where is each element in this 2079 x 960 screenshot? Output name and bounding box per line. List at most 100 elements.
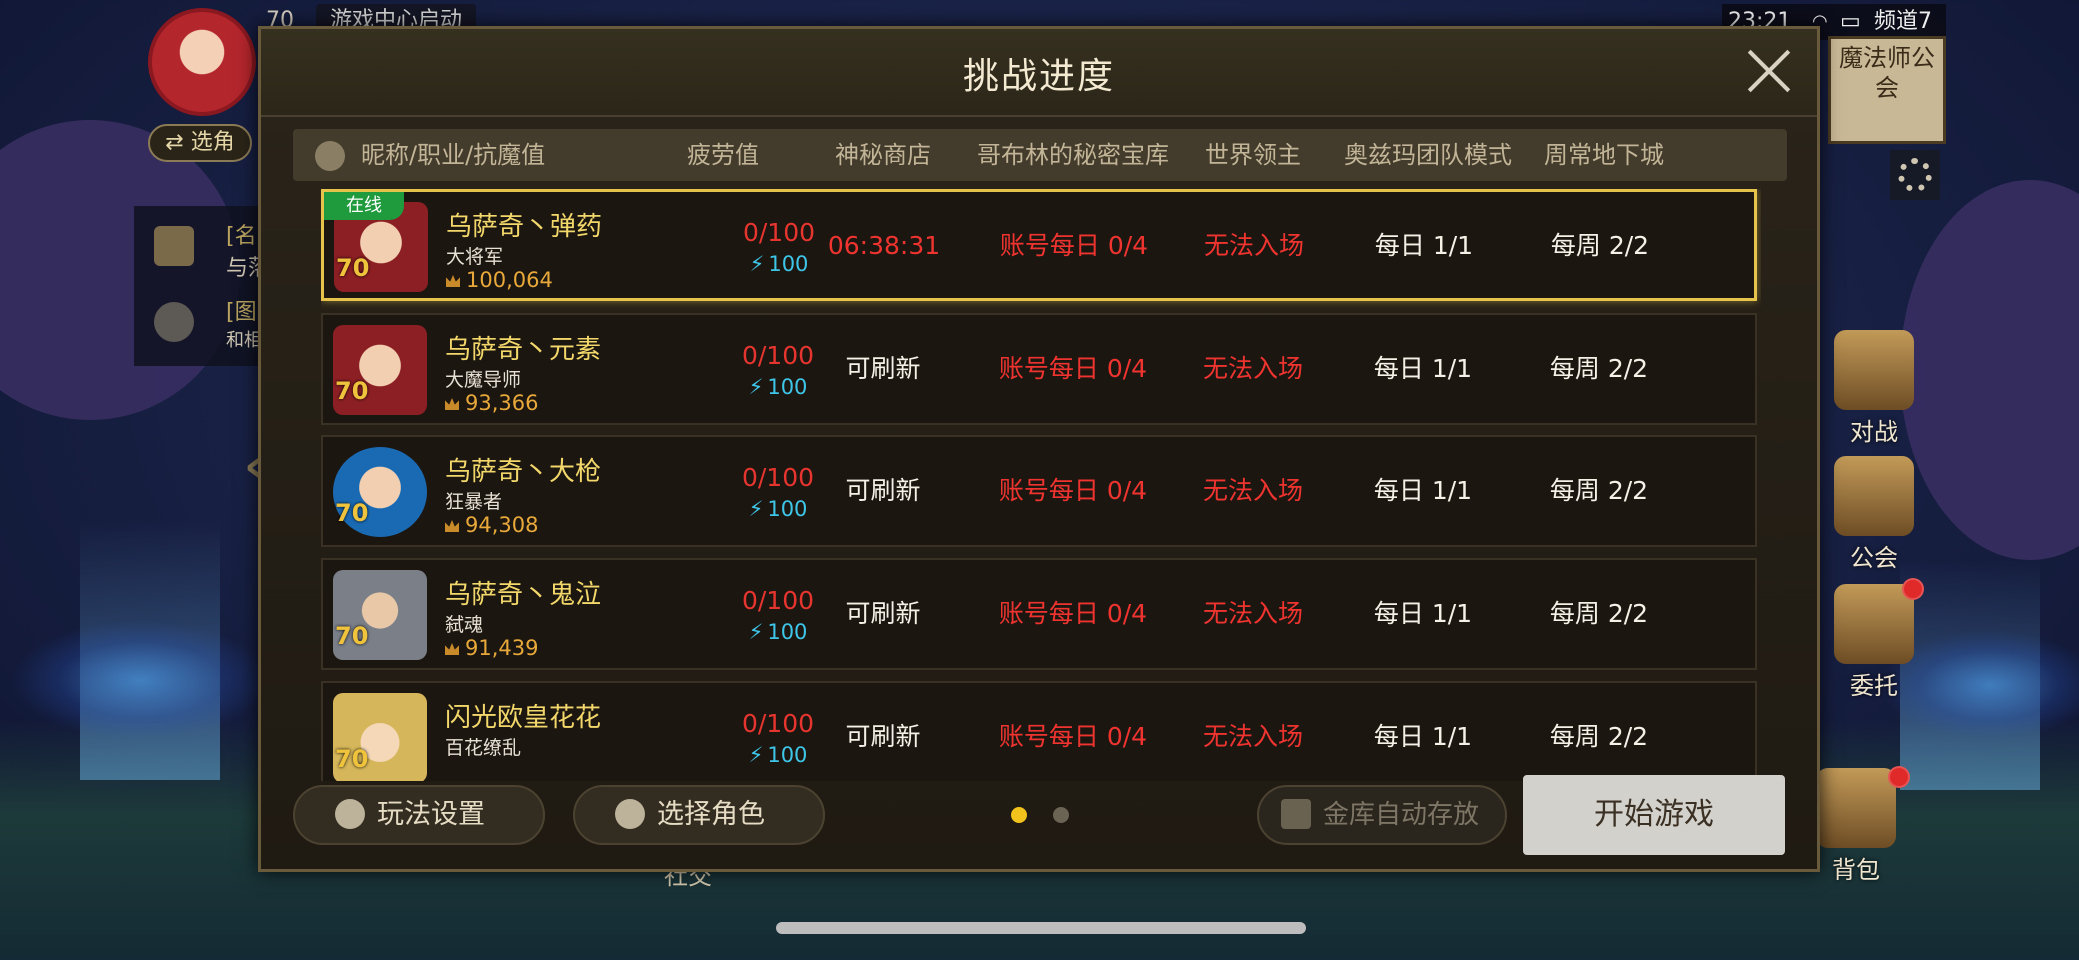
home-indicator[interactable]	[776, 922, 1306, 934]
menu-battle-label: 对战	[1850, 418, 1898, 446]
select-role-label: 选择角色	[657, 799, 765, 830]
character-name: 闪光欧皇花花	[445, 703, 602, 733]
settings-gear-icon[interactable]	[1890, 150, 1940, 200]
character-job: 大魔导师	[445, 369, 522, 391]
character-level: 70	[335, 377, 369, 405]
col-world-lord: 世界领主	[1205, 141, 1301, 169]
select-role-button[interactable]: 选择角色	[573, 785, 825, 845]
power-value: 100,064	[466, 268, 553, 292]
crown-icon	[445, 398, 459, 410]
weekly-dungeon-status: 每周 2/2	[1549, 599, 1649, 628]
ozma-raid-status: 每日 1/1	[1374, 231, 1474, 260]
channel-label: 频道7	[1874, 9, 1932, 34]
crown-icon	[446, 275, 460, 287]
col-nickname: 昵称/职业/抗魔值	[361, 141, 546, 169]
character-power: 91,439	[445, 636, 538, 660]
character-name: 乌萨奇丶鬼泣	[445, 580, 602, 610]
col-fatigue: 疲劳值	[687, 141, 759, 169]
auto-store-label: 金库自动存放	[1323, 800, 1480, 830]
lightning-icon: ⚡	[748, 743, 764, 767]
lightning-icon: ⚡	[749, 252, 765, 276]
menu-bag[interactable]: 背包	[1808, 768, 1904, 885]
character-power: 100,064	[446, 268, 553, 292]
weekly-dungeon-status: 每周 2/2	[1549, 476, 1649, 505]
character-list[interactable]: 在线 70 乌萨奇丶弹药 大将军 100,064 0/100 ⚡ 100 06:38:31 账号每…	[321, 189, 1761, 781]
lightning-icon: ⚡	[748, 620, 764, 644]
dialog-header: 挑战进度	[261, 29, 1817, 117]
character-row[interactable]: 70 闪光欧皇花花 百花缭乱 0/100 ⚡ 100 可刷新 账号每日 0/4 无法入场 每日 1…	[321, 681, 1757, 781]
quest-text: [名	[226, 224, 257, 249]
play-settings-label: 玩法设置	[377, 799, 485, 830]
gear-icon	[1898, 158, 1932, 192]
page-indicator[interactable]	[1053, 807, 1069, 823]
page-indicator-active[interactable]	[1011, 807, 1027, 823]
character-row[interactable]: 70 乌萨奇丶鬼泣 弑魂 91,439 0/100 ⚡ 100 可刷新 账号每日 0/4 无法入场…	[321, 558, 1757, 670]
character-row[interactable]: 70 乌萨奇丶元素 大魔导师 93,366 0/100 ⚡ 100 可刷新 账号每日 0/4 无法…	[321, 313, 1757, 425]
character-level: 70	[335, 499, 369, 527]
lightning-icon: ⚡	[748, 375, 764, 399]
crown-icon	[445, 643, 459, 655]
col-weekly-dungeon: 周常地下城	[1544, 141, 1664, 169]
gear-icon	[335, 798, 365, 829]
quest-text: [图	[226, 300, 257, 325]
power-value: 94,308	[465, 513, 539, 537]
role-icon	[615, 798, 645, 829]
character-name: 乌萨奇丶大枪	[445, 457, 602, 487]
character-level: 70	[336, 254, 370, 282]
notification-badge	[1888, 766, 1910, 788]
close-icon[interactable]	[1745, 47, 1793, 95]
col-mystery-shop: 神秘商店	[835, 141, 931, 169]
character-job: 百花缭乱	[445, 737, 522, 759]
character-job: 狂暴者	[445, 491, 503, 513]
weekly-dungeon-status: 每周 2/2	[1549, 354, 1649, 383]
menu-commission-label: 委托	[1850, 672, 1898, 700]
play-settings-button[interactable]: 玩法设置	[293, 785, 545, 845]
auto-store-button[interactable]: 金库自动存放	[1257, 785, 1507, 845]
power-value: 91,439	[465, 636, 539, 660]
menu-guild[interactable]: 公会	[1826, 456, 1922, 573]
ozma-raid-status: 每日 1/1	[1373, 354, 1473, 383]
weekly-dungeon-status: 每周 2/2	[1549, 722, 1649, 751]
lightning-icon: ⚡	[748, 497, 764, 521]
guild-icon	[1834, 456, 1914, 536]
ozma-raid-status: 每日 1/1	[1373, 722, 1473, 751]
character-row[interactable]: 在线 70 乌萨奇丶弹药 大将军 100,064 0/100 ⚡ 100 06:38:31 账号每…	[321, 189, 1757, 301]
commission-icon	[1834, 584, 1914, 664]
ozma-raid-status: 每日 1/1	[1373, 599, 1473, 628]
menu-guild-label: 公会	[1850, 544, 1898, 572]
head-icon	[315, 141, 345, 171]
dialog-title: 挑战进度	[962, 56, 1115, 97]
switch-role-button[interactable]: ⇄ 选角	[148, 124, 252, 162]
column-header: 昵称/职业/抗魔值 疲劳值 神秘商店 哥布林的秘密宝库 世界领主 奥兹玛团队模式…	[293, 129, 1787, 181]
start-game-button[interactable]: 开始游戏	[1523, 775, 1785, 855]
quest-text: 和相	[226, 330, 262, 351]
character-level: 70	[335, 745, 369, 773]
menu-commission[interactable]: 委托	[1826, 584, 1922, 701]
guild-sign-text: 魔法师公会	[1839, 44, 1935, 102]
character-name: 乌萨奇丶弹药	[446, 212, 603, 242]
player-avatar[interactable]	[148, 8, 256, 116]
character-row[interactable]: 70 乌萨奇丶大枪 狂暴者 94,308 0/100 ⚡ 100 可刷新 账号每日 0/4 无法入…	[321, 435, 1757, 547]
character-level: 70	[335, 622, 369, 650]
character-job: 大将军	[446, 246, 504, 268]
ozma-raid-status: 每日 1/1	[1373, 476, 1473, 505]
challenge-progress-dialog: 挑战进度 昵称/职业/抗魔值 疲劳值 神秘商店 哥布林的秘密宝库 世界领主 奥兹…	[258, 26, 1820, 872]
guild-sign[interactable]: 魔法师公会	[1828, 36, 1946, 144]
portal-glow	[10, 620, 270, 740]
power-value: 93,366	[465, 391, 539, 415]
online-badge: 在线	[324, 192, 404, 220]
vault-icon	[1281, 798, 1311, 829]
character-name: 乌萨奇丶元素	[445, 335, 602, 365]
scroll-icon	[154, 226, 194, 266]
menu-bag-label: 背包	[1832, 856, 1880, 884]
quest-panel[interactable]: [名 与落 [图 和相	[134, 206, 274, 366]
bag-icon	[1816, 768, 1896, 848]
character-power: 93,366	[445, 391, 538, 415]
battle-icon	[1834, 330, 1914, 410]
menu-battle[interactable]: 对战	[1826, 330, 1922, 447]
character-power: 94,308	[445, 513, 538, 537]
background-tree	[1900, 180, 2079, 560]
friend-icon	[154, 302, 194, 342]
weekly-dungeon-status: 每周 2/2	[1550, 231, 1650, 260]
col-ozma-raid: 奥兹玛团队模式	[1344, 141, 1512, 169]
